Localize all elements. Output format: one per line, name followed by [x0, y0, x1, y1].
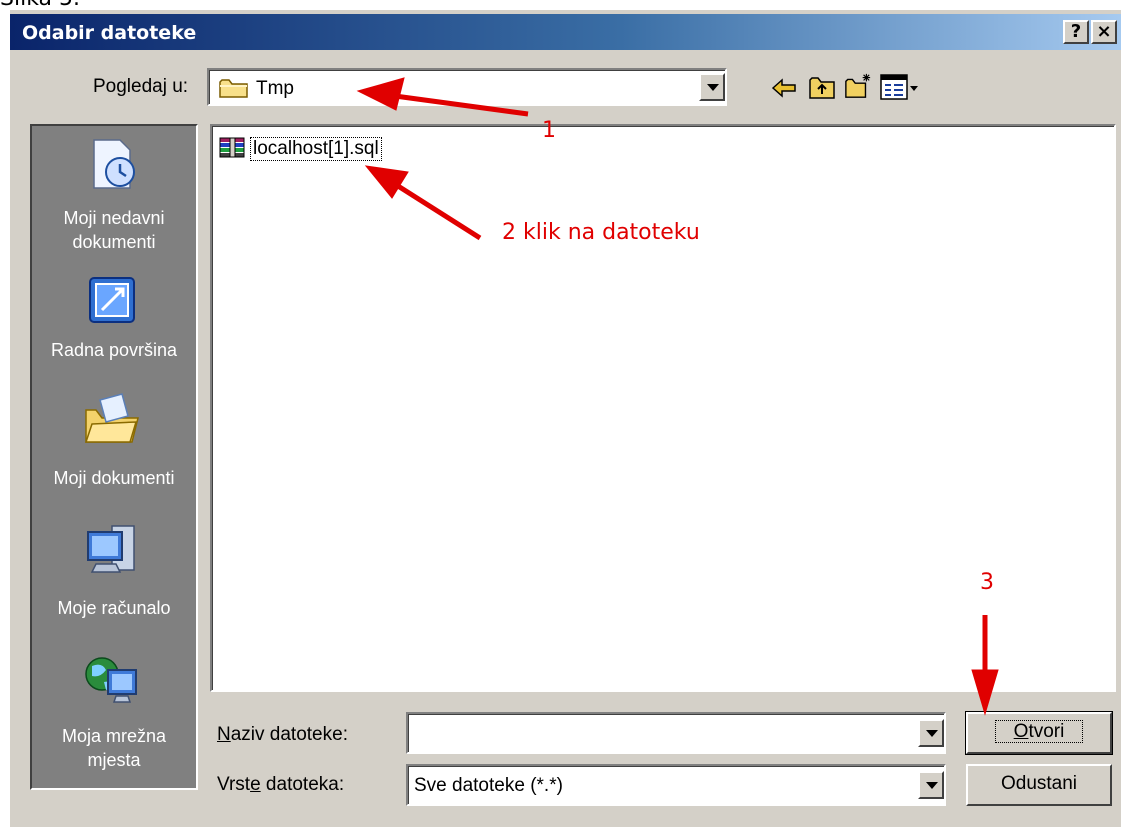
network-places-icon: [85, 657, 137, 703]
archive-file-icon: [219, 137, 245, 158]
place-label: Moja mrežna: [61, 726, 167, 746]
desktop-icon: [89, 277, 135, 323]
place-label: dokumenti: [72, 232, 156, 252]
file-name: localhost[1].sql: [250, 137, 382, 161]
look-in-label: Pogledaj u:: [93, 76, 189, 97]
annotation-1: 1: [542, 118, 556, 143]
up-folder-icon[interactable]: [808, 74, 836, 102]
back-icon[interactable]: [770, 74, 798, 102]
new-folder-icon[interactable]: [844, 72, 872, 100]
place-label: Moji nedavni: [63, 208, 165, 228]
file-list[interactable]: localhost[1].sql: [210, 124, 1116, 692]
place-label: Moji dokumenti: [53, 468, 175, 488]
places-bar: Moji nedavni dokumenti Radna površina Mo…: [30, 124, 198, 790]
place-label: mjesta: [87, 750, 141, 770]
filename-label: Naziv datoteke:: [217, 724, 348, 745]
open-button-label: Otvori: [994, 720, 1084, 743]
my-computer-icon: [87, 525, 135, 573]
cancel-button[interactable]: Odustani: [966, 764, 1112, 806]
filename-label-rest: aziv datoteke:: [230, 724, 348, 745]
filename-dropdown-button[interactable]: [918, 719, 944, 747]
filetype-dropdown-button[interactable]: [918, 771, 944, 799]
close-button[interactable]: ×: [1091, 20, 1117, 44]
look-in-combo[interactable]: Tmp: [207, 68, 727, 106]
help-button[interactable]: ?: [1063, 20, 1089, 44]
window-title: Odabir datoteke: [22, 22, 197, 44]
filetype-label: Vrste datoteka:: [217, 774, 345, 795]
filetype-value: Sve datoteke (*.*): [414, 775, 563, 796]
filename-input[interactable]: [412, 719, 916, 747]
filetype-combo[interactable]: Sve datoteke (*.*): [406, 764, 946, 806]
place-label: Radna površina: [50, 340, 178, 360]
view-menu-icon[interactable]: [880, 74, 920, 102]
my-documents-icon: [84, 393, 139, 443]
annotation-3: 3: [980, 570, 994, 595]
look-in-value: Tmp: [256, 78, 294, 99]
recent-documents-icon: [93, 139, 135, 189]
open-button[interactable]: Otvori: [965, 711, 1113, 755]
place-label: Moje računalo: [57, 598, 171, 618]
filename-combo[interactable]: [406, 712, 946, 754]
folder-icon: [219, 79, 248, 98]
look-in-dropdown-button[interactable]: [699, 73, 725, 101]
title-bar: Odabir datoteke ? ×: [10, 14, 1121, 50]
annotation-2: 2 klik na datoteku: [502, 220, 700, 245]
